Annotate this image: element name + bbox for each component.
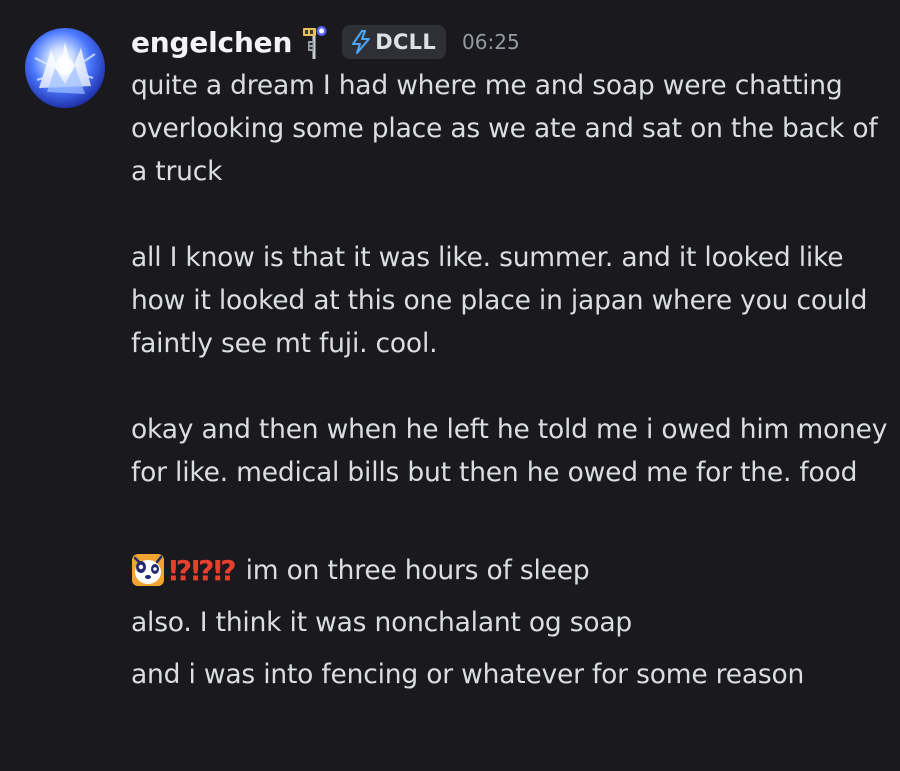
username[interactable]: engelchen	[131, 26, 292, 59]
chat-message: engelchen DCLL 06:25 quite a dream I had	[0, 0, 900, 771]
interrobang-emojis: ⁉⁉⁉	[169, 553, 237, 587]
avatar-image	[34, 42, 96, 94]
timestamp[interactable]: 06:25	[462, 30, 520, 54]
server-tag[interactable]: DCLL	[342, 25, 447, 59]
message-paragraph-3: okay and then when he left he told me i …	[131, 414, 888, 488]
followup-message-3: and i was into fencing or whatever for s…	[131, 648, 891, 700]
message-paragraph-2: all I know is that it was like. summer. …	[131, 242, 868, 359]
followup-text-3: and i was into fencing or whatever for s…	[131, 658, 805, 690]
server-tag-label: DCLL	[375, 30, 437, 54]
followup-text-2: also. I think it was nonchalant og soap	[131, 606, 633, 638]
followup-text-1: im on three hours of sleep	[245, 554, 590, 586]
lightning-bolt-icon	[352, 30, 371, 54]
message-header: engelchen DCLL 06:25	[131, 22, 520, 62]
followup-message-2: also. I think it was nonchalant og soap	[131, 596, 891, 648]
panda-face-emoji-icon[interactable]	[131, 553, 165, 587]
message-content: quite a dream I had where me and soap we…	[131, 64, 891, 700]
message-paragraph-1: quite a dream I had where me and soap we…	[131, 70, 878, 187]
signpost-badge-icon[interactable]	[302, 24, 328, 60]
followup-message-1: ⁉⁉⁉ im on three hours of sleep	[131, 544, 891, 596]
avatar[interactable]	[25, 28, 105, 108]
